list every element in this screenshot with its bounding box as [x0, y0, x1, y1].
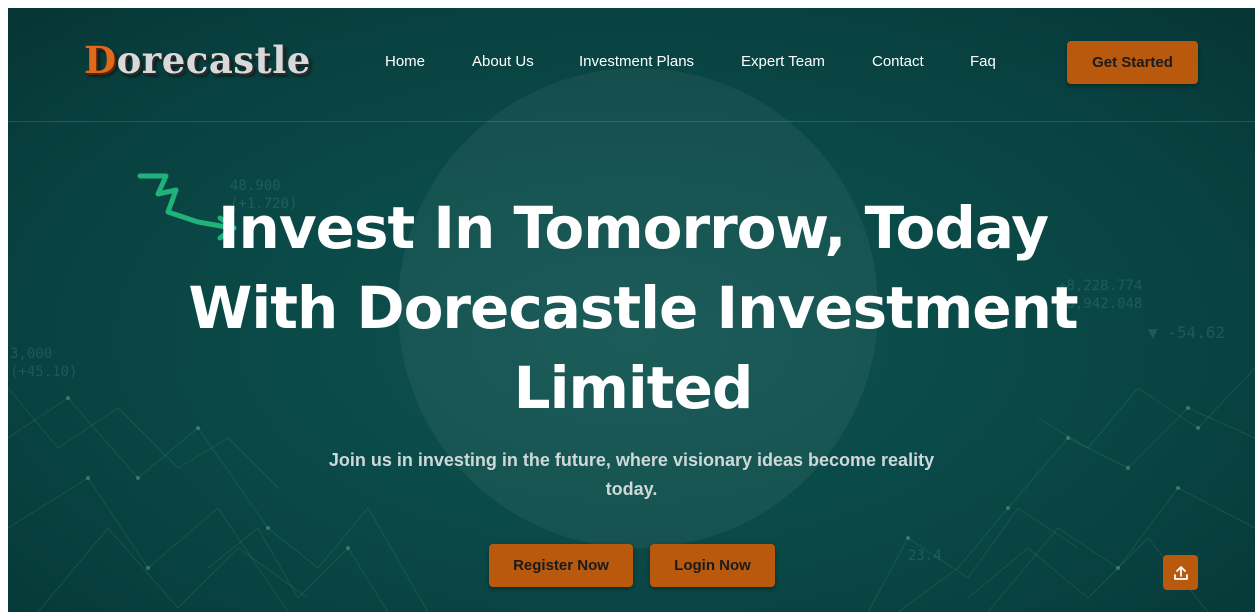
login-now-button[interactable]: Login Now — [650, 544, 775, 587]
hero-title: Invest In Tomorrow, Today With Dorecastl… — [158, 188, 1108, 428]
nav-link-home[interactable]: Home — [385, 53, 425, 73]
hero-title-line-2: With Dorecastle Investment — [188, 274, 1078, 342]
get-started-button[interactable]: Get Started — [1067, 41, 1198, 84]
hero-title-line-3: Limited — [513, 354, 754, 422]
register-now-button[interactable]: Register Now — [489, 544, 633, 587]
nav-link-about-us[interactable]: About Us — [472, 53, 534, 73]
background-ticker: (+45.10) — [10, 364, 78, 380]
nav-link-faq[interactable]: Faq — [970, 53, 996, 73]
nav-link-expert-team[interactable]: Expert Team — [741, 53, 825, 73]
scroll-to-top-button[interactable] — [1163, 555, 1198, 590]
nav-link-investment-plans[interactable]: Investment Plans — [579, 53, 694, 73]
site-logo[interactable]: Dorecastle — [84, 38, 311, 82]
background-ticker: ▼ -54.62 — [1148, 323, 1226, 342]
nav-link-contact[interactable]: Contact — [872, 53, 924, 73]
hero-subtitle-line-1: Join us in investing in the future, wher… — [328, 450, 935, 470]
background-ticker: 23.4 — [908, 548, 942, 564]
site-header: Dorecastle Home About Us Investment Plan… — [8, 8, 1255, 122]
hero-section: 48.900 (+1.720) 3,000 (+45.10) ▼ -54.62 … — [8, 8, 1255, 612]
upload-icon — [1173, 565, 1188, 580]
hero-subtitle-line-2: today. — [605, 479, 658, 499]
logo-initial: D — [84, 38, 117, 82]
hero-subtitle: Join us in investing in the future, wher… — [318, 446, 945, 504]
background-ticker: 3,000 — [10, 346, 53, 362]
logo-text: orecastle — [116, 38, 311, 82]
hero-title-line-1: Invest In Tomorrow, Today — [217, 194, 1049, 262]
